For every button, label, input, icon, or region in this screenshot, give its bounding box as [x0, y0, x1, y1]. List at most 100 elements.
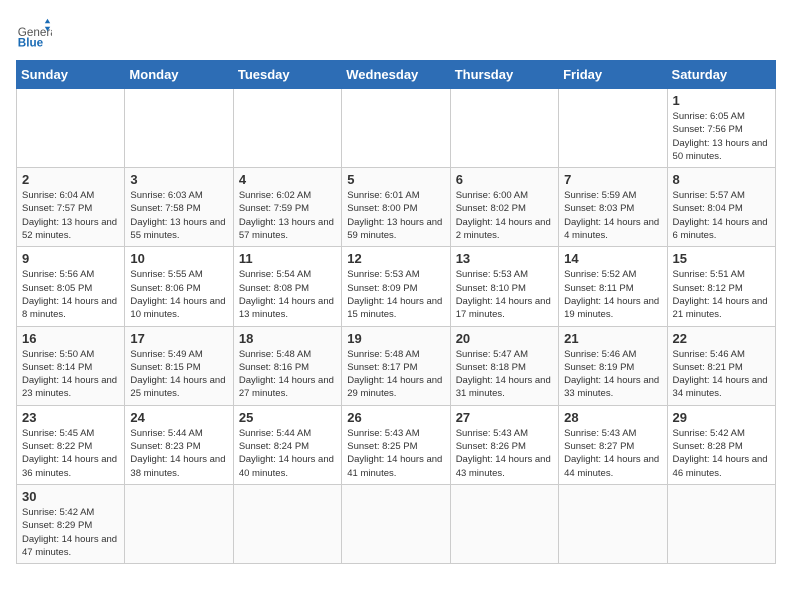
calendar-cell: 12 Sunrise: 5:53 AM Sunset: 8:09 PM Dayli…	[342, 247, 450, 326]
weekday-header-thursday: Thursday	[450, 61, 558, 89]
calendar-cell	[17, 89, 125, 168]
calendar-cell: 2 Sunrise: 6:04 AM Sunset: 7:57 PM Daylig…	[17, 168, 125, 247]
cell-info: Sunrise: 5:59 AM Sunset: 8:03 PM Dayligh…	[564, 189, 661, 242]
cell-info: Sunrise: 5:50 AM Sunset: 8:14 PM Dayligh…	[22, 348, 119, 401]
cell-info: Sunrise: 5:42 AM Sunset: 8:29 PM Dayligh…	[22, 506, 119, 559]
calendar-cell	[125, 484, 233, 563]
day-number: 5	[347, 172, 444, 187]
calendar-cell: 1Sunrise: 6:05 AM Sunset: 7:56 PM Daylig…	[667, 89, 775, 168]
calendar-cell: 30Sunrise: 5:42 AM Sunset: 8:29 PM Dayli…	[17, 484, 125, 563]
day-number: 18	[239, 331, 336, 346]
calendar-cell: 16 Sunrise: 5:50 AM Sunset: 8:14 PM Dayli…	[17, 326, 125, 405]
cell-info: Sunrise: 5:43 AM Sunset: 8:26 PM Dayligh…	[456, 427, 553, 480]
week-row-3: 9Sunrise: 5:56 AM Sunset: 8:05 PM Daylig…	[17, 247, 776, 326]
day-number: 13	[456, 251, 553, 266]
cell-info: Sunrise: 5:44 AM Sunset: 8:24 PM Dayligh…	[239, 427, 336, 480]
calendar-cell	[125, 89, 233, 168]
calendar-cell: 7 Sunrise: 5:59 AM Sunset: 8:03 PM Daylig…	[559, 168, 667, 247]
calendar-cell: 19 Sunrise: 5:48 AM Sunset: 8:17 PM Dayli…	[342, 326, 450, 405]
day-number: 10	[130, 251, 227, 266]
day-number: 25	[239, 410, 336, 425]
calendar-cell	[450, 484, 558, 563]
week-row-1: 1Sunrise: 6:05 AM Sunset: 7:56 PM Daylig…	[17, 89, 776, 168]
calendar-cell	[450, 89, 558, 168]
cell-info: Sunrise: 5:48 AM Sunset: 8:17 PM Dayligh…	[347, 348, 444, 401]
cell-info: Sunrise: 5:48 AM Sunset: 8:16 PM Dayligh…	[239, 348, 336, 401]
day-number: 19	[347, 331, 444, 346]
weekday-header-saturday: Saturday	[667, 61, 775, 89]
calendar-cell: 15 Sunrise: 5:51 AM Sunset: 8:12 PM Dayli…	[667, 247, 775, 326]
svg-text:Blue: Blue	[18, 37, 44, 50]
cell-info: Sunrise: 6:04 AM Sunset: 7:57 PM Dayligh…	[22, 189, 119, 242]
day-number: 2	[22, 172, 119, 187]
calendar-cell: 5 Sunrise: 6:01 AM Sunset: 8:00 PM Daylig…	[342, 168, 450, 247]
cell-info: Sunrise: 5:57 AM Sunset: 8:04 PM Dayligh…	[673, 189, 770, 242]
day-number: 24	[130, 410, 227, 425]
day-number: 8	[673, 172, 770, 187]
day-number: 27	[456, 410, 553, 425]
day-number: 1	[673, 93, 770, 108]
weekday-header-row: SundayMondayTuesdayWednesdayThursdayFrid…	[17, 61, 776, 89]
cell-info: Sunrise: 5:46 AM Sunset: 8:19 PM Dayligh…	[564, 348, 661, 401]
calendar-cell: 6 Sunrise: 6:00 AM Sunset: 8:02 PM Daylig…	[450, 168, 558, 247]
week-row-5: 23Sunrise: 5:45 AM Sunset: 8:22 PM Dayli…	[17, 405, 776, 484]
calendar-cell: 14 Sunrise: 5:52 AM Sunset: 8:11 PM Dayli…	[559, 247, 667, 326]
week-row-6: 30Sunrise: 5:42 AM Sunset: 8:29 PM Dayli…	[17, 484, 776, 563]
calendar-cell: 23Sunrise: 5:45 AM Sunset: 8:22 PM Dayli…	[17, 405, 125, 484]
cell-info: Sunrise: 6:02 AM Sunset: 7:59 PM Dayligh…	[239, 189, 336, 242]
calendar-cell	[233, 89, 341, 168]
calendar-cell: 18 Sunrise: 5:48 AM Sunset: 8:16 PM Dayli…	[233, 326, 341, 405]
cell-info: Sunrise: 5:55 AM Sunset: 8:06 PM Dayligh…	[130, 268, 227, 321]
cell-info: Sunrise: 5:43 AM Sunset: 8:25 PM Dayligh…	[347, 427, 444, 480]
calendar-cell: 22Sunrise: 5:46 AM Sunset: 8:21 PM Dayli…	[667, 326, 775, 405]
day-number: 15	[673, 251, 770, 266]
calendar-cell	[667, 484, 775, 563]
cell-info: Sunrise: 5:51 AM Sunset: 8:12 PM Dayligh…	[673, 268, 770, 321]
day-number: 26	[347, 410, 444, 425]
weekday-header-monday: Monday	[125, 61, 233, 89]
day-number: 9	[22, 251, 119, 266]
day-number: 6	[456, 172, 553, 187]
day-number: 23	[22, 410, 119, 425]
calendar-cell: 29Sunrise: 5:42 AM Sunset: 8:28 PM Dayli…	[667, 405, 775, 484]
day-number: 4	[239, 172, 336, 187]
day-number: 3	[130, 172, 227, 187]
calendar-cell: 8 Sunrise: 5:57 AM Sunset: 8:04 PM Daylig…	[667, 168, 775, 247]
day-number: 7	[564, 172, 661, 187]
calendar-cell	[233, 484, 341, 563]
calendar-cell: 3 Sunrise: 6:03 AM Sunset: 7:58 PM Daylig…	[125, 168, 233, 247]
cell-info: Sunrise: 5:44 AM Sunset: 8:23 PM Dayligh…	[130, 427, 227, 480]
day-number: 20	[456, 331, 553, 346]
calendar-cell	[342, 484, 450, 563]
calendar-cell	[559, 484, 667, 563]
calendar-cell	[342, 89, 450, 168]
day-number: 12	[347, 251, 444, 266]
cell-info: Sunrise: 5:53 AM Sunset: 8:09 PM Dayligh…	[347, 268, 444, 321]
calendar-cell	[559, 89, 667, 168]
cell-info: Sunrise: 6:03 AM Sunset: 7:58 PM Dayligh…	[130, 189, 227, 242]
calendar-cell: 17Sunrise: 5:49 AM Sunset: 8:15 PM Dayli…	[125, 326, 233, 405]
calendar-cell: 24 Sunrise: 5:44 AM Sunset: 8:23 PM Dayli…	[125, 405, 233, 484]
calendar-cell: 25 Sunrise: 5:44 AM Sunset: 8:24 PM Dayli…	[233, 405, 341, 484]
cell-info: Sunrise: 6:00 AM Sunset: 8:02 PM Dayligh…	[456, 189, 553, 242]
week-row-4: 16 Sunrise: 5:50 AM Sunset: 8:14 PM Dayli…	[17, 326, 776, 405]
day-number: 22	[673, 331, 770, 346]
cell-info: Sunrise: 5:52 AM Sunset: 8:11 PM Dayligh…	[564, 268, 661, 321]
day-number: 14	[564, 251, 661, 266]
calendar-cell: 20Sunrise: 5:47 AM Sunset: 8:18 PM Dayli…	[450, 326, 558, 405]
calendar-cell: 10 Sunrise: 5:55 AM Sunset: 8:06 PM Dayli…	[125, 247, 233, 326]
logo: General Blue	[16, 16, 56, 52]
weekday-header-friday: Friday	[559, 61, 667, 89]
cell-info: Sunrise: 5:42 AM Sunset: 8:28 PM Dayligh…	[673, 427, 770, 480]
calendar-cell: 13Sunrise: 5:53 AM Sunset: 8:10 PM Dayli…	[450, 247, 558, 326]
day-number: 16	[22, 331, 119, 346]
day-number: 21	[564, 331, 661, 346]
logo-icon: General Blue	[16, 16, 52, 52]
day-number: 11	[239, 251, 336, 266]
cell-info: Sunrise: 6:01 AM Sunset: 8:00 PM Dayligh…	[347, 189, 444, 242]
day-number: 28	[564, 410, 661, 425]
calendar-cell: 4 Sunrise: 6:02 AM Sunset: 7:59 PM Daylig…	[233, 168, 341, 247]
weekday-header-tuesday: Tuesday	[233, 61, 341, 89]
calendar-cell: 27 Sunrise: 5:43 AM Sunset: 8:26 PM Dayli…	[450, 405, 558, 484]
calendar-cell: 9Sunrise: 5:56 AM Sunset: 8:05 PM Daylig…	[17, 247, 125, 326]
